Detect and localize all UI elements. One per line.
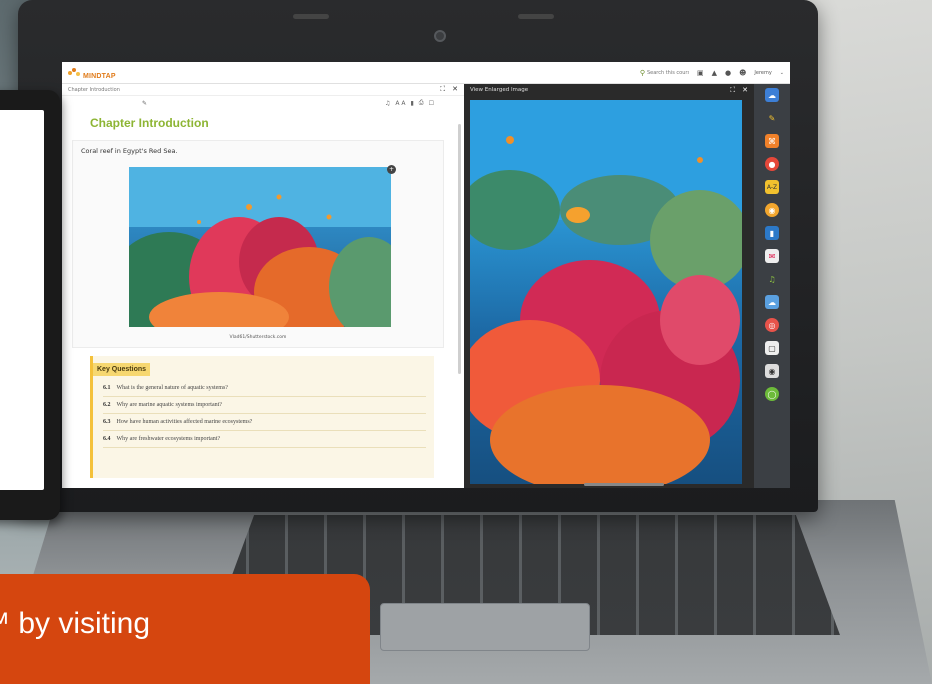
- user-icon: ☻: [739, 68, 747, 77]
- figure-caption: Coral reef in Egypt's Red Sea.: [81, 147, 178, 155]
- expand-icon[interactable]: ⛶: [730, 86, 735, 95]
- enlarged-coral-reef-image[interactable]: [470, 100, 742, 484]
- image-expand-icon[interactable]: +: [387, 165, 396, 174]
- notes-icon[interactable]: ✉: [765, 249, 779, 263]
- list-item[interactable]: 6.1 What is the general nature of aquatic…: [103, 380, 426, 397]
- topbar-actions: ⚲ ▣ ▲ ● ☻ Jeremy ⌄: [640, 69, 784, 77]
- key-questions-heading: Key Questions: [93, 363, 151, 376]
- promo-banner: ™ by visiting: [0, 574, 370, 684]
- enlarged-image-scrollbar[interactable]: [584, 483, 664, 486]
- highlighter-icon[interactable]: ✎: [765, 111, 779, 125]
- search-icon: ⚲: [639, 68, 645, 77]
- coral-reef-image[interactable]: [129, 167, 391, 327]
- tablet-screen: [0, 110, 44, 490]
- quiz-icon[interactable]: ◎: [765, 318, 779, 332]
- enlarged-image-pane: View Enlarged Image ⛶ ✕: [464, 84, 754, 488]
- mindtap-home-icon[interactable]: ☁: [765, 88, 779, 102]
- flashcard-icon[interactable]: ◉: [765, 203, 779, 217]
- record-icon[interactable]: ●: [765, 157, 779, 171]
- laptop-screen: MINDTAP ⚲ ▣ ▲ ● ☻ Jeremy ⌄ Chapter Intro…: [62, 62, 790, 488]
- print-icon[interactable]: ⎙: [419, 99, 424, 107]
- pencil-icon[interactable]: ✎: [142, 100, 147, 107]
- help-icon[interactable]: ●: [725, 69, 731, 77]
- reader-pane-header: Chapter Introduction ⛶ ✕: [62, 84, 464, 96]
- dictionary-icon[interactable]: A-Z: [765, 180, 779, 194]
- key-questions-box: Key Questions 6.1 What is the general nat…: [90, 356, 434, 478]
- lid-hinge-left: [293, 14, 329, 19]
- help-box-icon[interactable]: ☐: [429, 100, 434, 107]
- app-dock: ☁ ✎ ⌘ ● A-Z ◉ ▮ ✉ ♫ ☁ ◎ ▢ ◉ ◯: [754, 84, 790, 488]
- reader-pane: Chapter Introduction ⛶ ✕ ✎ ♫ A A ▮ ⎙ ☐ C…: [62, 84, 464, 488]
- close-icon[interactable]: ✕: [452, 85, 458, 94]
- app-logo[interactable]: MINDTAP: [68, 63, 116, 82]
- expand-icon[interactable]: ⛶: [440, 85, 445, 94]
- tts-icon[interactable]: ♫: [765, 272, 779, 286]
- message-icon[interactable]: ▢: [765, 341, 779, 355]
- rss-icon[interactable]: ⌘: [765, 134, 779, 148]
- notification-bell-icon[interactable]: ▲: [712, 69, 717, 77]
- close-icon[interactable]: ✕: [742, 86, 748, 95]
- chevron-down-icon[interactable]: ⌄: [780, 70, 784, 76]
- reader-scrollbar[interactable]: [458, 124, 461, 374]
- webcam-icon: [434, 30, 446, 42]
- chat-icon[interactable]: ▣: [697, 69, 704, 77]
- lid-hinge-right: [518, 14, 554, 19]
- logo-text: MINDTAP: [83, 73, 116, 80]
- font-size-icon[interactable]: A A: [395, 100, 405, 107]
- app-topbar: MINDTAP ⚲ ▣ ▲ ● ☻ Jeremy ⌄: [62, 62, 790, 84]
- logo-mark-icon: [68, 67, 80, 78]
- list-item[interactable]: 6.2 Why are marine aquatic systems import…: [103, 397, 426, 414]
- figure-credit: Vlad61/Shutterstock.com: [229, 335, 287, 340]
- camera-icon[interactable]: ◉: [765, 364, 779, 378]
- cloud-icon[interactable]: ☁: [765, 295, 779, 309]
- key-questions-list: 6.1 What is the general nature of aquatic…: [93, 376, 434, 448]
- user-menu[interactable]: Jeremy: [754, 70, 771, 76]
- search-input[interactable]: [646, 69, 689, 76]
- enlarged-image-title: View Enlarged Image: [470, 87, 529, 93]
- list-item[interactable]: 6.4 Why are freshwater ecosystems importa…: [103, 431, 426, 448]
- figure-card: Coral reef in Egypt's Red Sea. + Vlad61/…: [72, 140, 444, 348]
- bookmark-icon[interactable]: ▮: [410, 100, 413, 107]
- laptop-trackpad: [380, 603, 590, 651]
- enlarged-image-header: View Enlarged Image ⛶ ✕: [464, 84, 754, 96]
- search-box[interactable]: ⚲: [640, 69, 689, 77]
- list-item[interactable]: 6.3 How have human activities affected ma…: [103, 414, 426, 431]
- text-to-speech-icon[interactable]: ♫: [385, 100, 390, 107]
- progress-icon[interactable]: ◯: [765, 387, 779, 401]
- chapter-title: Chapter Introduction: [90, 116, 209, 130]
- reader-toolbar: ✎ ♫ A A ▮ ⎙ ☐: [62, 96, 464, 110]
- promo-banner-text: ™ by visiting: [0, 607, 151, 640]
- book-icon[interactable]: ▮: [765, 226, 779, 240]
- tablet-device: [0, 90, 60, 520]
- reader-pane-title: Chapter Introduction: [68, 86, 120, 93]
